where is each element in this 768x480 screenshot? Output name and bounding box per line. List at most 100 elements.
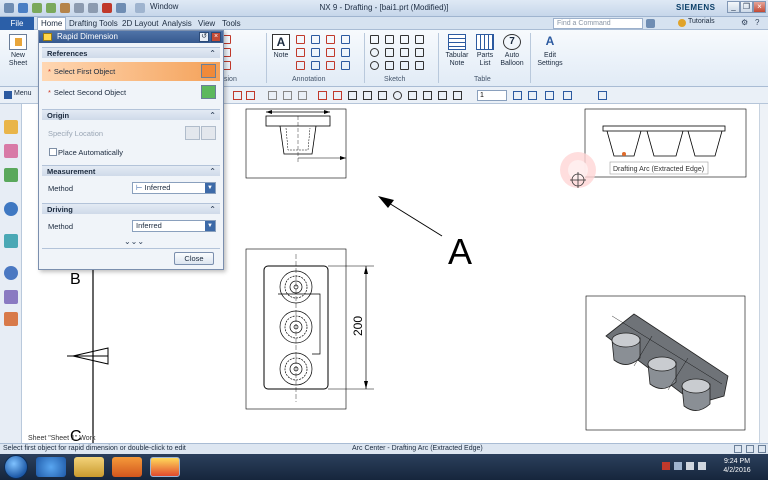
tab-file[interactable]: File xyxy=(0,17,34,30)
volume-icon[interactable] xyxy=(698,462,706,470)
collapse-icon[interactable]: ⌃ xyxy=(209,110,216,121)
snap-point-icon[interactable] xyxy=(408,91,417,100)
select-first-object-row[interactable]: * Select First Object xyxy=(42,62,220,81)
clock[interactable]: 9:24 PM 4/2/2016 xyxy=(714,457,760,475)
collapse-icon[interactable]: ⌃ xyxy=(209,204,216,215)
sketch-studio-spline-icon[interactable] xyxy=(400,48,409,57)
web-browser-icon[interactable] xyxy=(4,202,18,216)
snap-point-icon[interactable] xyxy=(268,91,277,100)
datum-target-icon[interactable] xyxy=(296,61,305,70)
datum-feature-icon[interactable] xyxy=(296,48,305,57)
crosshatch-icon[interactable] xyxy=(326,61,335,70)
snap-point-icon[interactable] xyxy=(393,91,402,100)
tab-analysis[interactable]: Analysis xyxy=(159,18,195,29)
select-second-object-row[interactable]: * Select Second Object xyxy=(42,83,220,102)
collapse-icon[interactable]: ⌃ xyxy=(209,166,216,177)
driving-section-header[interactable]: Driving ⌃ xyxy=(42,203,220,214)
dimension-200[interactable]: 200 xyxy=(351,316,365,336)
selection-scope-dropdown[interactable]: 1 xyxy=(477,90,507,101)
sketch-arc-icon[interactable] xyxy=(415,35,424,44)
symbol-icon[interactable] xyxy=(326,35,335,44)
sketch-ellipse-icon[interactable] xyxy=(370,61,379,70)
layer-icon[interactable] xyxy=(513,91,522,100)
nx-taskbar-icon[interactable] xyxy=(150,457,180,477)
label-a[interactable]: A xyxy=(448,231,472,272)
view-icon[interactable] xyxy=(545,91,554,100)
sketch-offset-icon[interactable] xyxy=(400,61,409,70)
more-options-icon[interactable]: ⌄⌄⌄ xyxy=(109,237,159,246)
isometric-view[interactable] xyxy=(585,295,746,431)
chevron-down-icon[interactable]: ▼ xyxy=(205,221,215,231)
centerline-icon[interactable] xyxy=(341,35,350,44)
measurement-method-dropdown[interactable]: ⊢ Inferred ▼ xyxy=(132,182,216,194)
collapse-icon[interactable]: ⌃ xyxy=(209,48,216,59)
tab-tools[interactable]: Tools xyxy=(219,18,244,29)
reuse-library-icon[interactable] xyxy=(4,234,18,248)
ribbon-options-icon[interactable]: ⚙ xyxy=(741,18,752,29)
origin-tool-icon[interactable] xyxy=(185,126,200,140)
parts-list-button[interactable]: Parts List xyxy=(472,34,498,68)
view-icon[interactable] xyxy=(598,91,607,100)
file-explorer-icon[interactable] xyxy=(74,457,104,477)
snap-point-icon[interactable] xyxy=(378,91,387,100)
bolt-circle-icon[interactable] xyxy=(341,48,350,57)
sketch-polyline-icon[interactable] xyxy=(400,35,409,44)
target-point-icon[interactable] xyxy=(311,61,320,70)
measurement-section-header[interactable]: Measurement ⌃ xyxy=(42,165,220,176)
status-icon[interactable] xyxy=(758,445,766,453)
references-section-header[interactable]: References ⌃ xyxy=(42,47,220,58)
start-button[interactable] xyxy=(4,455,28,479)
snap-point-icon[interactable] xyxy=(298,91,307,100)
tutorials-link[interactable]: Tutorials xyxy=(688,18,715,25)
sketch-mirror-icon[interactable] xyxy=(415,61,424,70)
label-b[interactable]: B xyxy=(70,271,81,288)
media-player-icon[interactable] xyxy=(112,457,142,477)
origin-point-icon[interactable] xyxy=(201,126,216,140)
place-automatically-checkbox[interactable] xyxy=(49,148,57,156)
history-icon[interactable] xyxy=(4,266,18,280)
tab-view[interactable]: View xyxy=(195,18,218,29)
specify-location-row[interactable]: Specify Location xyxy=(42,124,220,143)
help-icon[interactable]: ? xyxy=(755,18,766,29)
part-navigator-icon[interactable] xyxy=(4,120,18,134)
tab-drafting-tools[interactable]: Drafting Tools xyxy=(66,18,121,29)
find-command-input[interactable]: Find a Command xyxy=(553,18,643,29)
search-icon[interactable] xyxy=(646,19,655,28)
menu-button[interactable]: Menu xyxy=(14,90,32,97)
new-sheet-button[interactable]: New Sheet xyxy=(4,34,32,68)
weld-symbol-icon[interactable] xyxy=(311,48,320,57)
edit-settings-button[interactable]: A Edit Settings xyxy=(534,34,566,68)
snap-point-icon[interactable] xyxy=(348,91,357,100)
close-window-button[interactable]: × xyxy=(753,1,766,13)
view-icon[interactable] xyxy=(563,91,572,100)
snap-point-icon[interactable] xyxy=(333,91,342,100)
status-icon[interactable] xyxy=(746,445,754,453)
snap-point-icon[interactable] xyxy=(438,91,447,100)
origin-section-header[interactable]: Origin ⌃ xyxy=(42,109,220,120)
close-button[interactable]: Close xyxy=(174,252,214,265)
place-automatically-row[interactable]: Place Automatically xyxy=(42,143,220,162)
driving-method-dropdown[interactable]: Inferred ▼ xyxy=(132,220,216,232)
sketch-trim-icon[interactable] xyxy=(385,61,394,70)
snap-point-icon[interactable] xyxy=(453,91,462,100)
tab-home[interactable]: Home xyxy=(37,17,67,30)
internet-explorer-icon[interactable] xyxy=(36,457,66,477)
maximize-button[interactable]: ❐ xyxy=(740,1,753,13)
status-icon[interactable] xyxy=(734,445,742,453)
feature-control-frame-icon[interactable] xyxy=(296,35,305,44)
snap-point-icon[interactable] xyxy=(233,91,242,100)
tray-icon[interactable] xyxy=(662,462,670,470)
area-fill-icon[interactable] xyxy=(341,61,350,70)
dialog-title-bar[interactable]: Rapid Dimension xyxy=(39,31,223,43)
tabular-note-button[interactable]: Tabular Note xyxy=(442,34,472,68)
annotation-arrow[interactable] xyxy=(383,199,443,237)
system-materials-icon[interactable] xyxy=(4,290,18,304)
select-first-crosshair-icon[interactable] xyxy=(201,64,216,78)
constraint-navigator-icon[interactable] xyxy=(4,168,18,182)
note-button[interactable]: A Note xyxy=(270,34,292,60)
sketch-fillet-icon[interactable] xyxy=(415,48,424,57)
minimize-button[interactable]: _ xyxy=(727,1,740,13)
snap-point-icon[interactable] xyxy=(363,91,372,100)
reset-icon[interactable]: ↺ xyxy=(199,32,209,42)
dialog-close-icon[interactable]: × xyxy=(211,32,221,42)
